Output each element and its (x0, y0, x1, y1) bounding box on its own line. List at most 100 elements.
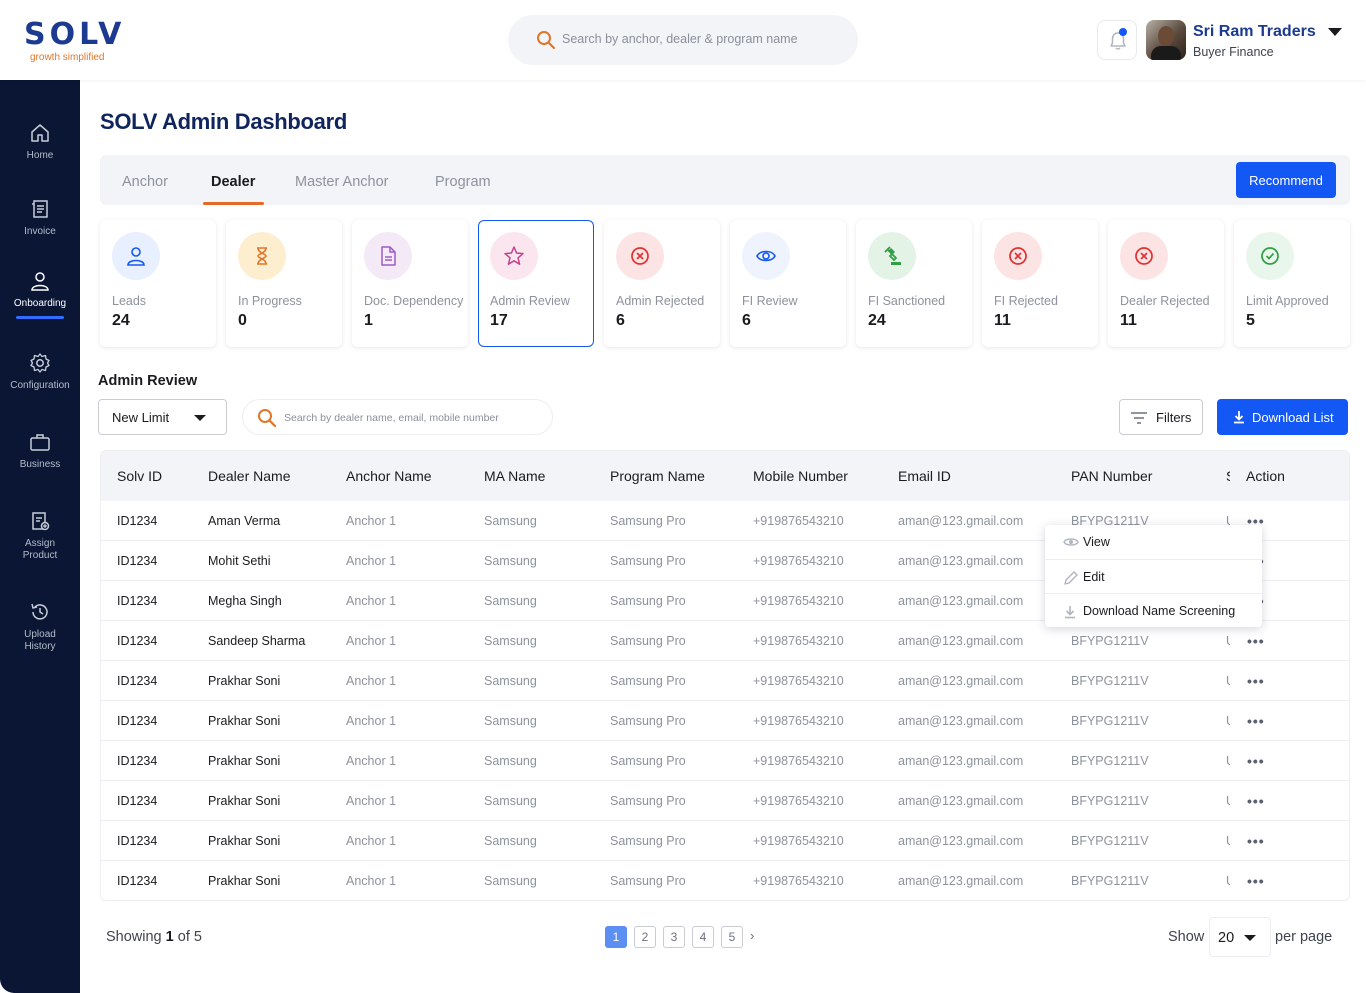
page-button-2[interactable]: 2 (634, 926, 656, 948)
cell-dealer-name: Mohit Sethi (208, 554, 271, 568)
cell-email: aman@123.gmail.com (898, 754, 1024, 768)
cell-anchor-name: Anchor 1 (346, 554, 397, 568)
more-dots-icon[interactable]: ••• (1247, 713, 1265, 729)
cell-anchor-name: Anchor 1 (346, 514, 397, 528)
table-row[interactable]: ID1234 Prakhar Soni Anchor 1 Samsung Samsung… (101, 741, 1349, 781)
cell-mobile: +919876543210 (753, 514, 844, 528)
tab-anchor[interactable]: Anchor (122, 174, 168, 190)
cell-anchor-name: Anchor 1 (346, 634, 397, 648)
more-dots-icon[interactable]: ••• (1247, 673, 1265, 689)
cell-dealer-name: Sandeep Sharma (208, 634, 306, 648)
section-title: Admin Review (98, 373, 198, 389)
stat-card-limit-approved[interactable]: Limit Approved 5 (1234, 220, 1350, 347)
global-search-placeholder: Search by anchor, dealer & program name (562, 32, 798, 46)
menu-item-download-name-screening[interactable]: Download Name Screening (1045, 593, 1262, 627)
x-circle-icon (616, 232, 664, 280)
stat-card-admin-review[interactable]: Admin Review 17 (478, 220, 594, 347)
top-header: SOLV growth simplified Search by anchor,… (0, 0, 1366, 80)
menu-item-view[interactable]: View (1045, 525, 1262, 559)
tab-program[interactable]: Program (435, 174, 491, 190)
sidebar-item-home[interactable]: Home (0, 122, 80, 162)
hourglass-icon (238, 232, 286, 280)
column-header: Email ID (898, 468, 951, 484)
avatar[interactable] (1146, 20, 1186, 60)
sidebar-item-configuration[interactable]: Configuration (0, 352, 80, 392)
table-row[interactable]: ID1234 Prakhar Soni Anchor 1 Samsung Samsung… (101, 821, 1349, 861)
cell-mobile: +919876543210 (753, 554, 844, 568)
stat-card-fi-sanctioned[interactable]: FI Sanctioned 24 (856, 220, 972, 347)
filters-button[interactable]: Filters (1119, 399, 1203, 435)
stat-card-leads[interactable]: Leads 24 (100, 220, 216, 347)
notification-button[interactable] (1097, 20, 1137, 60)
cell-anchor-name: Anchor 1 (346, 794, 397, 808)
table-row[interactable]: ID1234 Prakhar Soni Anchor 1 Samsung Samsung… (101, 861, 1349, 900)
cell-dealer-name: Prakhar Soni (208, 834, 281, 848)
sidebar-item-upload-history[interactable]: Upload History (0, 601, 80, 653)
page-button-3[interactable]: 3 (663, 926, 685, 948)
chevron-down-icon[interactable] (1328, 28, 1342, 36)
stat-card-admin-rejected[interactable]: Admin Rejected 6 (604, 220, 720, 347)
tab-dealer[interactable]: Dealer (211, 174, 255, 190)
cell-anchor-name: Anchor 1 (346, 754, 397, 768)
tab-master-anchor[interactable]: Master Anchor (295, 174, 389, 190)
dealer-search-input[interactable]: Search by dealer name, email, mobile num… (242, 399, 553, 435)
page-button-5[interactable]: 5 (721, 926, 743, 948)
stat-card-in-progress[interactable]: In Progress 0 (226, 220, 342, 347)
cell-anchor-name: Anchor 1 (346, 834, 397, 848)
chevron-right-icon[interactable]: › (750, 928, 754, 943)
cell-dealer-name: Megha Singh (208, 594, 282, 608)
more-dots-icon[interactable]: ••• (1247, 833, 1265, 849)
table-row[interactable]: ID1234 Prakhar Soni Anchor 1 Samsung Samsung… (101, 701, 1349, 741)
user-icon (112, 232, 160, 280)
global-search-input[interactable]: Search by anchor, dealer & program name (508, 15, 858, 65)
table-row[interactable]: ID1234 Prakhar Soni Anchor 1 Samsung Samsung… (101, 661, 1349, 701)
cell-solv-id: ID1234 (117, 794, 158, 808)
cell-ma-name: Samsung (484, 714, 537, 728)
cell-solv-id: ID1234 (117, 634, 158, 648)
menu-item-edit[interactable]: Edit (1045, 559, 1262, 593)
more-dots-icon[interactable]: ••• (1247, 793, 1265, 809)
cell-dealer-name: Prakhar Soni (208, 714, 281, 728)
cell-solv-id: ID1234 (117, 514, 158, 528)
cell-email: aman@123.gmail.com (898, 554, 1024, 568)
limit-type-select[interactable]: New Limit (98, 399, 227, 435)
stat-card-fi-rejected[interactable]: FI Rejected 11 (982, 220, 1098, 347)
more-dots-icon[interactable]: ••• (1247, 753, 1265, 769)
solv-logo[interactable]: SOLV growth simplified (24, 20, 124, 64)
more-dots-icon[interactable]: ••• (1247, 633, 1265, 649)
stat-card-fi-review[interactable]: FI Review 6 (730, 220, 846, 347)
per-page-select[interactable]: 20 (1209, 917, 1271, 957)
notification-dot (1119, 28, 1127, 36)
cell-ma-name: Samsung (484, 514, 537, 528)
user-name[interactable]: Sri Ram Traders (1193, 23, 1316, 41)
sidebar-item-onboarding[interactable]: Onboarding (0, 270, 80, 319)
more-dots-icon[interactable]: ••• (1247, 873, 1265, 889)
cell-pan: BFYPG1211V (1071, 834, 1149, 848)
column-header: PAN Number (1071, 468, 1153, 484)
invoice-icon (32, 200, 48, 218)
download-list-button[interactable]: Download List (1217, 399, 1348, 435)
column-header: MA Name (484, 468, 546, 484)
stat-card-doc-dependency[interactable]: Doc. Dependency 1 (352, 220, 468, 347)
cell-ma-name: Samsung (484, 554, 537, 568)
cell-pan: BFYPG1211V (1071, 794, 1149, 808)
search-icon (537, 31, 556, 50)
table-row[interactable]: ID1234 Prakhar Soni Anchor 1 Samsung Samsung… (101, 781, 1349, 821)
dealer-table: Solv ID Dealer Name Anchor Name MA Name … (100, 450, 1350, 901)
cell-dealer-name: Prakhar Soni (208, 874, 281, 888)
stat-card-dealer-rejected[interactable]: Dealer Rejected 11 (1108, 220, 1224, 347)
sidebar-item-invoice[interactable]: Invoice (0, 198, 80, 238)
sidebar: Home Invoice Onboarding Configuration Bu… (0, 80, 80, 993)
row-action-menu: View Edit Download Name Screening (1045, 525, 1262, 627)
cell-solv-id: ID1234 (117, 674, 158, 688)
recommend-button[interactable]: Recommend (1236, 162, 1336, 198)
table-row[interactable]: ID1234 Sandeep Sharma Anchor 1 Samsung Samsu… (101, 621, 1349, 661)
cell-ma-name: Samsung (484, 794, 537, 808)
cell-ma-name: Samsung (484, 834, 537, 848)
sidebar-item-business[interactable]: Business (0, 431, 80, 471)
star-icon (490, 232, 538, 280)
page-button-4[interactable]: 4 (692, 926, 714, 948)
cell-mobile: +919876543210 (753, 754, 844, 768)
page-button-1[interactable]: 1 (605, 926, 627, 948)
sidebar-item-assign-product[interactable]: Assign Product (0, 510, 80, 562)
